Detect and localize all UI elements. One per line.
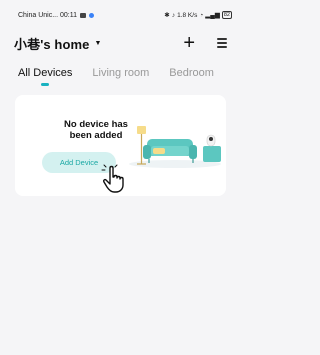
room-tabs: All Devices Living room Bedroom — [0, 60, 241, 90]
status-left: China Unic... 00:11 — [18, 11, 95, 19]
mute-icon: ♪ — [171, 11, 176, 19]
add-icon[interactable]: + — [183, 33, 195, 53]
network-speed: 1.8 K/s — [177, 11, 198, 19]
bluetooth-icon: ✱ — [164, 12, 170, 19]
status-right: ✱ ♪ 1.8 K/s ◔ ▂▄▆ 82 — [164, 11, 232, 19]
signal-icon: ▂▄▆ — [205, 12, 220, 19]
wifi-icon: ◔ — [199, 11, 204, 19]
active-tab-indicator — [41, 83, 50, 86]
carrier-time: China Unic... 00:11 — [18, 11, 78, 19]
tab-label: All Devices — [18, 67, 73, 79]
living-room-illustration — [129, 126, 221, 168]
notification-icon — [80, 12, 87, 18]
app-notification-icon — [89, 12, 95, 18]
home-header: 小巷's home ▼ + — [0, 30, 241, 56]
tab-living-room[interactable]: Living room — [92, 60, 149, 79]
tab-label: Living room — [92, 67, 150, 79]
home-title[interactable]: 小巷's home — [14, 34, 90, 53]
tab-all-devices[interactable]: All Devices — [18, 60, 73, 86]
chevron-down-icon[interactable]: ▼ — [95, 40, 102, 47]
empty-devices-card: No device has been added Add Device — [15, 95, 226, 196]
menu-icon[interactable] — [217, 38, 227, 48]
tab-bedroom[interactable]: Bedroom — [169, 60, 214, 79]
status-bar: China Unic... 00:11 ✱ ♪ 1.8 K/s ◔ ▂▄▆ 82 — [0, 0, 241, 30]
tab-label: Bedroom — [169, 67, 214, 79]
battery-icon: 82 — [221, 11, 232, 19]
add-device-label: Add Device — [59, 158, 99, 167]
